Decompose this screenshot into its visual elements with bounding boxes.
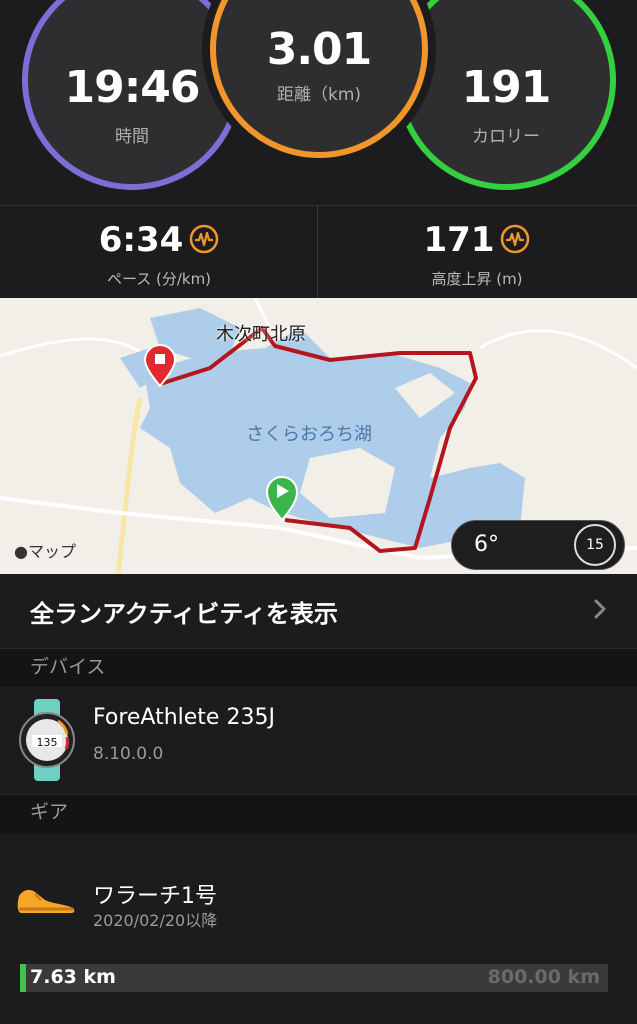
weather-temperature: 6° <box>474 532 499 557</box>
distance-value: 3.01 <box>266 24 373 75</box>
gear-header-label: ギア <box>30 801 69 823</box>
elevation-label: 高度上昇 (m) <box>431 270 523 288</box>
watch-face-value: 135 <box>37 736 58 749</box>
time-circle: 19:46 時間 <box>22 0 242 190</box>
pace-label: ペース (分/km) <box>106 270 212 288</box>
watch-icon: 135 <box>19 699 75 781</box>
gear-name: ワラーチ1号 <box>93 884 217 909</box>
pace-value: 6:34 <box>98 220 184 260</box>
time-label: 時間 <box>115 127 149 147</box>
all-runs-label: 全ランアクティビティを表示 <box>30 600 338 628</box>
gear-header: ギア <box>0 794 637 835</box>
shoe-icon <box>17 889 75 913</box>
distance-label: 距離（km) <box>276 85 362 105</box>
elevation-stat[interactable]: 171 高度上昇 (m) <box>318 206 636 299</box>
elevation-value: 171 <box>423 220 495 260</box>
calories-value: 191 <box>461 62 552 113</box>
pulse-icon <box>189 223 219 253</box>
devices-header: デバイス <box>0 648 637 688</box>
pulse-icon <box>500 223 530 253</box>
device-name: ForeAthlete 235J <box>93 705 275 730</box>
time-value: 19:46 <box>64 62 200 113</box>
distance-circle: 3.01 距離（km) <box>210 0 428 158</box>
gear-max-distance: 800.00 km <box>487 966 600 988</box>
device-firmware: 8.10.0.0 <box>93 744 164 764</box>
gear-progress-bar: 7.63 km 800.00 km <box>20 964 608 992</box>
summary-panel: 19:46 時間 191 カロリー 3.01 距離（km) <box>0 0 637 205</box>
pace-stat[interactable]: 6:34 ペース (分/km) <box>0 206 318 299</box>
chevron-right-icon <box>594 599 606 619</box>
stats-divider <box>317 205 318 298</box>
wind-speed: 15 <box>586 537 604 553</box>
stats-row: 6:34 ペース (分/km) 171 高度上昇 (m) <box>0 205 637 299</box>
calories-label: カロリー <box>472 127 540 147</box>
gear-progress-fill <box>20 964 26 992</box>
gear-distance: 7.63 km <box>30 966 116 988</box>
gear-row[interactable]: ワラーチ1号 2020/02/20以降 7.63 km 800.00 km <box>0 834 637 1024</box>
map-attribution: ●マップ <box>14 542 76 561</box>
device-row[interactable]: 135 ForeAthlete 235J 8.10.0.0 <box>0 687 637 794</box>
map-lake-label: さくらおろち湖 <box>246 424 372 445</box>
weather-pill[interactable]: 6° 15 <box>451 520 625 570</box>
wind-dial: 15 <box>574 524 616 566</box>
gear-since: 2020/02/20以降 <box>93 911 218 930</box>
calories-circle: 191 カロリー <box>396 0 616 190</box>
route-map[interactable]: 木次町北原 さくらおろち湖 ●マップ 6° 15 <box>0 298 637 574</box>
apple-icon: ● <box>14 542 28 561</box>
devices-header-label: デバイス <box>30 656 106 678</box>
map-town-label: 木次町北原 <box>216 324 306 345</box>
all-runs-row[interactable]: 全ランアクティビティを表示 <box>0 574 637 648</box>
